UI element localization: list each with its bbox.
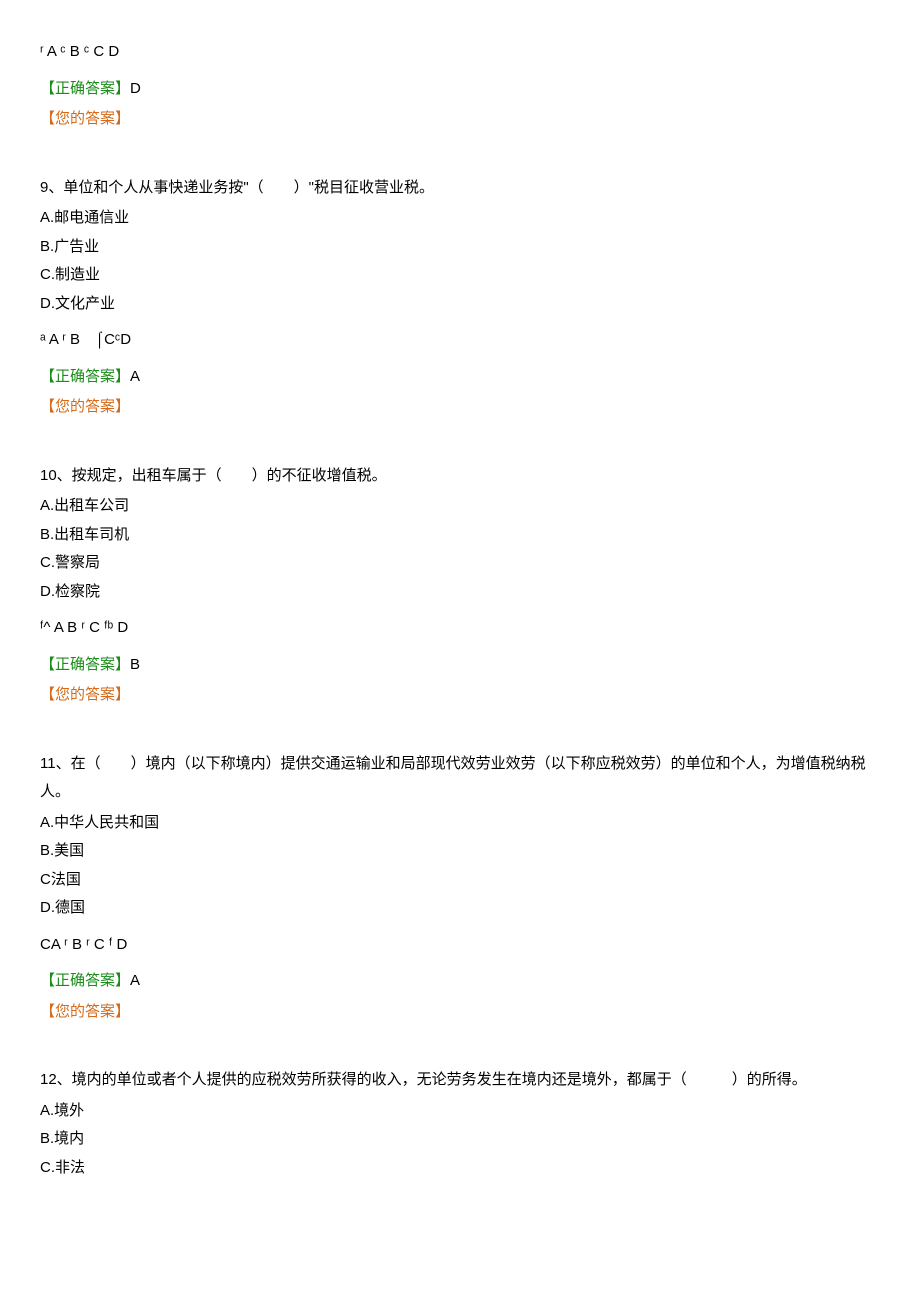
your-answer-row: 【您的答案】 <box>40 105 880 134</box>
correct-answer-row: 【正确答案】B <box>40 651 880 680</box>
choice-markers: ᶠ^ A B ʳ C ᶠᵇ D <box>40 614 880 643</box>
option-c: C法国 <box>40 866 880 895</box>
your-answer-row: 【您的答案】 <box>40 998 880 1027</box>
correct-answer-label: 【正确答案】 <box>40 80 130 97</box>
option-d: D.检察院 <box>40 578 880 607</box>
option-b: B.广告业 <box>40 233 880 262</box>
question-12-block: 12、境内的单位或者个人提供的应税效劳所获得的收入，无论劳务发生在境内还是境外，… <box>40 1066 880 1182</box>
question-stem: 10、按规定，出租车属于（ ）的不征收增值税。 <box>40 462 880 491</box>
your-answer-row: 【您的答案】 <box>40 681 880 710</box>
question-9-block: 9、单位和个人从事快递业务按"（ ）"税目征收营业税。 A.邮电通信业 B.广告… <box>40 174 880 422</box>
choice-markers: ᵃ A ʳ B ⌠CᶜD <box>40 326 880 355</box>
correct-answer-row: 【正确答案】A <box>40 967 880 996</box>
option-d: D.文化产业 <box>40 290 880 319</box>
your-answer-row: 【您的答案】 <box>40 393 880 422</box>
your-answer-label: 【您的答案】 <box>40 110 130 127</box>
question-8-block: ʳ A ᶜ B ᶜ C D 【正确答案】D 【您的答案】 <box>40 38 880 134</box>
choice-markers: CA ʳ B ʳ C ᶠ D <box>40 931 880 960</box>
question-stem: 12、境内的单位或者个人提供的应税效劳所获得的收入，无论劳务发生在境内还是境外，… <box>40 1066 880 1095</box>
correct-answer-row: 【正确答案】A <box>40 363 880 392</box>
correct-answer-label: 【正确答案】 <box>40 656 130 673</box>
correct-answer-value: B <box>130 656 140 673</box>
your-answer-label: 【您的答案】 <box>40 1003 130 1020</box>
option-a: A.出租车公司 <box>40 492 880 521</box>
correct-answer-value: A <box>130 972 140 989</box>
correct-answer-label: 【正确答案】 <box>40 368 130 385</box>
choice-markers: ʳ A ᶜ B ᶜ C D <box>40 38 880 67</box>
option-c: C.制造业 <box>40 261 880 290</box>
option-a: A.境外 <box>40 1097 880 1126</box>
option-a: A.中华人民共和国 <box>40 809 880 838</box>
your-answer-label: 【您的答案】 <box>40 398 130 415</box>
question-stem: 11、在（ ）境内（以下称境内）提供交通运输业和局部现代效劳业效劳（以下称应税效… <box>40 750 880 807</box>
question-11-block: 11、在（ ）境内（以下称境内）提供交通运输业和局部现代效劳业效劳（以下称应税效… <box>40 750 880 1027</box>
option-c: C.警察局 <box>40 549 880 578</box>
option-b: B.美国 <box>40 837 880 866</box>
correct-answer-label: 【正确答案】 <box>40 972 130 989</box>
correct-answer-value: D <box>130 80 141 97</box>
correct-answer-row: 【正确答案】D <box>40 75 880 104</box>
option-a: A.邮电通信业 <box>40 204 880 233</box>
question-stem: 9、单位和个人从事快递业务按"（ ）"税目征收营业税。 <box>40 174 880 203</box>
question-10-block: 10、按规定，出租车属于（ ）的不征收增值税。 A.出租车公司 B.出租车司机 … <box>40 462 880 710</box>
option-c: C.非法 <box>40 1154 880 1183</box>
your-answer-label: 【您的答案】 <box>40 686 130 703</box>
option-b: B.境内 <box>40 1125 880 1154</box>
correct-answer-value: A <box>130 368 140 385</box>
option-b: B.出租车司机 <box>40 521 880 550</box>
option-d: D.德国 <box>40 894 880 923</box>
